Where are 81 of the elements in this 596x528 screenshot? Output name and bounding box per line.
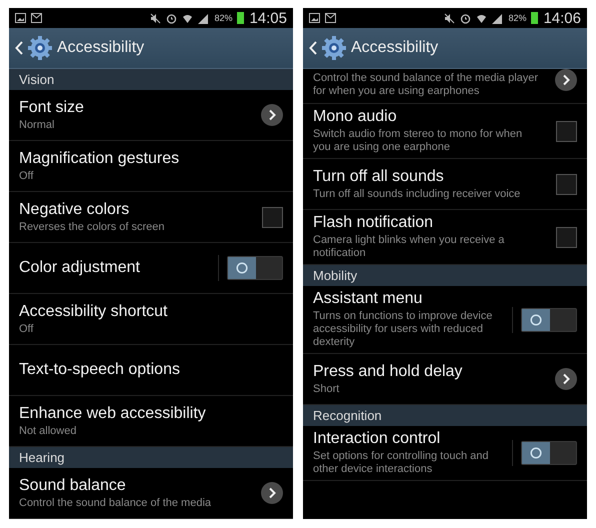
- setting-title: Flash notification: [313, 214, 434, 232]
- chevron-icon[interactable]: [261, 482, 283, 504]
- settings-row[interactable]: Interaction control Set options for controlling touch and other device interactions: [303, 426, 587, 481]
- alarm-icon: [166, 12, 178, 24]
- settings-row[interactable]: Accessibility shortcut Off: [9, 294, 293, 345]
- setting-description: Off: [19, 170, 34, 182]
- setting-title: Sound balance: [19, 476, 127, 494]
- battery-percent: 82%: [508, 13, 526, 23]
- setting-title: Negative colors: [19, 200, 130, 218]
- battery-icon: [237, 12, 244, 24]
- setting-description: Camera light blinks when you receive a notification: [313, 234, 506, 260]
- alarm-icon: [460, 12, 472, 24]
- toggle-switch[interactable]: [521, 308, 577, 332]
- setting-title: Color adjustment: [19, 259, 141, 277]
- settings-row[interactable]: Turn off all sounds Turn off all sounds including receiver voice: [303, 159, 587, 210]
- screen-title: Accessibility: [351, 39, 438, 57]
- gear-icon: [321, 35, 347, 61]
- setting-description: Turn off all sounds including receiver voice: [313, 188, 522, 200]
- setting-description: Off: [19, 322, 34, 336]
- toggle-switch[interactable]: [227, 256, 283, 280]
- screen-title: Accessibility: [57, 39, 144, 57]
- settings-row[interactable]: Sound balance Control the sound balance of the media: [9, 468, 293, 519]
- chevron-icon[interactable]: [555, 69, 577, 91]
- setting-title: Mono audio: [313, 108, 398, 126]
- checkbox[interactable]: [262, 206, 283, 228]
- wifi-icon: [182, 12, 194, 24]
- setting-description: Set options for controlling touch and other device interactions: [313, 450, 490, 476]
- setting-title: Press and hold delay: [313, 362, 464, 380]
- settings-row[interactable]: Text-to-speech options: [9, 345, 293, 396]
- image-icon: [309, 13, 320, 23]
- setting-title: Turn off all sounds: [313, 168, 445, 186]
- setting-description: Not allowed: [19, 424, 78, 438]
- checkbox[interactable]: [556, 174, 577, 194]
- settings-row[interactable]: Font size Normal: [9, 90, 293, 141]
- mute-icon: [150, 12, 162, 24]
- mail-icon: [325, 13, 336, 23]
- setting-description: Control the sound balance of the media player for when you are using earphones: [313, 72, 540, 98]
- section-header: Mobility: [303, 265, 587, 286]
- ring-icon: [236, 262, 248, 274]
- chevron-icon[interactable]: [555, 368, 577, 390]
- ring-icon: [530, 314, 542, 326]
- mail-icon: [31, 13, 42, 23]
- battery-percent: 82%: [214, 13, 232, 23]
- wifi-icon: [476, 12, 488, 24]
- setting-description: Control the sound balance of the media: [19, 496, 212, 510]
- mute-icon: [444, 12, 456, 24]
- signal-icon: [198, 12, 210, 24]
- ring-icon: [530, 447, 542, 459]
- battery-icon: [531, 12, 538, 24]
- section-header: Hearing: [9, 447, 293, 468]
- signal-icon: [492, 12, 504, 24]
- settings-row[interactable]: Assistant menu Turns on functions to improve device accessibility for users with reduced dexterity: [303, 286, 587, 354]
- settings-row[interactable]: Negative colors Reverses the colors of screen: [9, 192, 293, 243]
- clock-time: 14:05: [249, 10, 287, 26]
- section-header: Vision: [9, 69, 293, 90]
- gear-icon: [27, 35, 53, 61]
- setting-description: Normal: [19, 118, 56, 132]
- setting-description: Short: [313, 382, 340, 396]
- section-header: Recognition: [303, 405, 587, 426]
- clock-time: 14:06: [543, 10, 581, 26]
- setting-title: Interaction control: [313, 430, 442, 448]
- setting-title: Magnification gestures: [19, 150, 180, 168]
- settings-row[interactable]: Magnification gestures Off: [9, 141, 293, 192]
- setting-title: Accessibility shortcut: [19, 302, 168, 320]
- back-icon[interactable]: [309, 41, 317, 55]
- setting-title: Font size: [19, 98, 85, 116]
- setting-title: Assistant menu: [313, 290, 424, 308]
- setting-title: Enhance web accessibility: [19, 404, 207, 422]
- settings-row[interactable]: Color adjustment: [9, 243, 293, 294]
- setting-title: Text-to-speech options: [19, 361, 181, 379]
- settings-row[interactable]: Mono audio Switch audio from stereo to mono for when you are using one earphone: [303, 104, 587, 159]
- checkbox[interactable]: [556, 120, 577, 142]
- setting-description: Turns on functions to improve device accessibility for users with reduced dexterity: [313, 310, 494, 349]
- checkbox[interactable]: [556, 226, 577, 248]
- setting-description: Switch audio from stereo to mono for when you are using one earphone: [313, 128, 524, 154]
- toggle-switch[interactable]: [521, 441, 577, 465]
- setting-description: Reverses the colors of screen: [19, 220, 166, 234]
- settings-row[interactable]: Control the sound balance of the media player for when you are using earphones: [303, 69, 587, 104]
- image-icon: [15, 13, 26, 23]
- back-icon[interactable]: [15, 41, 23, 55]
- chevron-icon[interactable]: [261, 104, 283, 126]
